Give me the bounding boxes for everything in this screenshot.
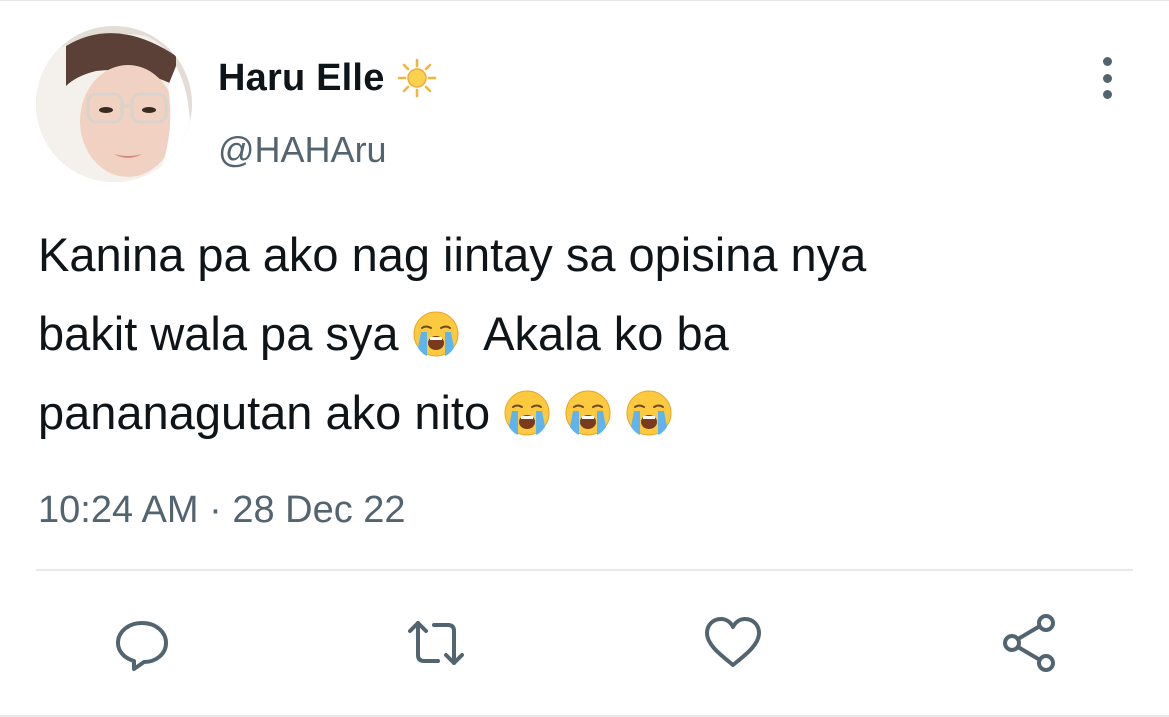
- heart-icon: [705, 617, 761, 667]
- tweet-timestamp[interactable]: 10:24 AM · 28 Dec 22: [38, 489, 406, 532]
- ellipsis-dot: [1102, 73, 1112, 83]
- display-name[interactable]: Haru Elle: [218, 57, 385, 100]
- reply-button[interactable]: [110, 611, 174, 675]
- more-options-button[interactable]: [1090, 57, 1124, 99]
- ellipsis-dot: [1102, 90, 1112, 99]
- tweet-line-1: Kanina pa ako nag iintay sa opisina nya: [38, 215, 1128, 294]
- retweet-button[interactable]: [404, 611, 468, 675]
- retweet-icon: [408, 621, 464, 665]
- loudly-crying-face-emoji-icon: [564, 381, 612, 436]
- vertical-ellipsis-icon: [1102, 57, 1112, 66]
- tweet-text-segment: bakit wala pa sya: [38, 307, 399, 360]
- tweet-text-segment: Kanina pa ako nag iintay sa opisina nya: [38, 228, 867, 281]
- author-name-row: Haru Elle: [218, 53, 437, 103]
- loudly-crying-face-emoji-icon: [625, 381, 673, 436]
- tweet-text-segment: Akala ko ba: [483, 307, 729, 360]
- tweet-line-3: pananagutan ako nito: [38, 373, 1128, 452]
- loudly-crying-face-emoji-icon: [503, 381, 551, 436]
- profile-photo-icon: [36, 26, 192, 182]
- tweet-text-segment: pananagutan ako nito: [38, 386, 491, 439]
- sun-icon: [397, 58, 437, 98]
- like-button[interactable]: [701, 611, 765, 675]
- user-handle[interactable]: @HAHAru: [218, 129, 387, 171]
- divider: [36, 569, 1133, 571]
- reply-icon: [116, 621, 168, 671]
- loudly-crying-face-emoji-icon: [412, 302, 460, 357]
- share-button[interactable]: [998, 611, 1062, 675]
- tweet-card: Haru Elle @HAHAru Kanina pa ako nag iint…: [0, 0, 1169, 717]
- share-icon: [1003, 614, 1055, 672]
- tweet-line-2: bakit wala pa sya Akala ko ba: [38, 294, 1128, 373]
- avatar[interactable]: [36, 26, 192, 182]
- tweet-text: Kanina pa ako nag iintay sa opisina nya …: [38, 215, 1128, 452]
